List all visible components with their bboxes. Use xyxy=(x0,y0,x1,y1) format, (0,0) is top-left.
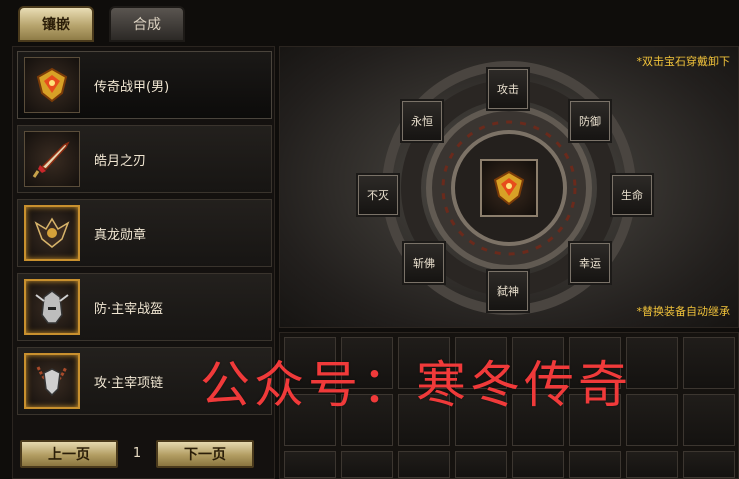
page-number: 1 xyxy=(132,446,142,461)
inventory-cell[interactable] xyxy=(683,337,735,389)
armor-icon xyxy=(24,57,80,113)
inventory-cell[interactable] xyxy=(341,451,393,478)
socket-buddha[interactable]: 斩佛 xyxy=(404,243,444,283)
inventory-cell[interactable] xyxy=(398,451,450,478)
list-item-armor[interactable]: 传奇战甲(男) xyxy=(17,51,272,119)
socket-eternal[interactable]: 永恒 xyxy=(402,101,442,141)
watermark-text: 公众号：寒冬传奇 xyxy=(200,356,632,414)
inventory-cell[interactable] xyxy=(683,394,735,446)
hint-double-click: *双击宝石穿戴卸下 xyxy=(636,55,731,68)
gem-socket-wheel: *双击宝石穿戴卸下 *替换装备自动继承 攻击 防御 生命 幸运 弑神 斩佛 不灭… xyxy=(279,46,739,328)
inventory-cell[interactable] xyxy=(455,451,507,478)
tab-merge[interactable]: 合成 xyxy=(109,6,185,42)
equipped-item-slot[interactable] xyxy=(480,159,538,217)
list-item-medal[interactable]: 真龙勋章 xyxy=(17,199,272,267)
pagination: 上一页 1 下一页 xyxy=(20,438,260,470)
socket-life[interactable]: 生命 xyxy=(612,175,652,215)
hint-inherit: *替换装备自动继承 xyxy=(636,305,731,318)
medal-icon xyxy=(24,205,80,261)
item-name: 攻·主宰项链 xyxy=(94,375,164,391)
armor-icon xyxy=(493,170,525,206)
socket-slay[interactable]: 弑神 xyxy=(488,271,528,311)
helmet-icon xyxy=(24,279,80,335)
inventory-cell[interactable] xyxy=(626,337,678,389)
inventory-cell[interactable] xyxy=(512,451,564,478)
prev-page-button[interactable]: 上一页 xyxy=(20,440,118,468)
item-name: 防·主宰战盔 xyxy=(94,301,164,317)
socket-defense[interactable]: 防御 xyxy=(570,101,610,141)
inventory-cell[interactable] xyxy=(569,451,621,478)
socket-immortal[interactable]: 不灭 xyxy=(358,175,398,215)
item-name: 传奇战甲(男) xyxy=(94,79,170,95)
next-page-button[interactable]: 下一页 xyxy=(156,440,254,468)
socket-attack[interactable]: 攻击 xyxy=(488,69,528,109)
inventory-cell[interactable] xyxy=(626,394,678,446)
necklace-icon xyxy=(24,353,80,409)
tab-inlay[interactable]: 镶嵌 xyxy=(18,6,94,42)
sword-icon xyxy=(24,131,80,187)
list-item-blade[interactable]: 皓月之刃 xyxy=(17,125,272,193)
inventory-cell[interactable] xyxy=(626,451,678,478)
inventory-cell[interactable] xyxy=(683,451,735,478)
socket-luck[interactable]: 幸运 xyxy=(570,243,610,283)
item-name: 皓月之刃 xyxy=(94,153,147,169)
list-item-helmet[interactable]: 防·主宰战盔 xyxy=(17,273,272,341)
item-name: 真龙勋章 xyxy=(94,227,147,243)
inventory-cell[interactable] xyxy=(284,451,336,478)
